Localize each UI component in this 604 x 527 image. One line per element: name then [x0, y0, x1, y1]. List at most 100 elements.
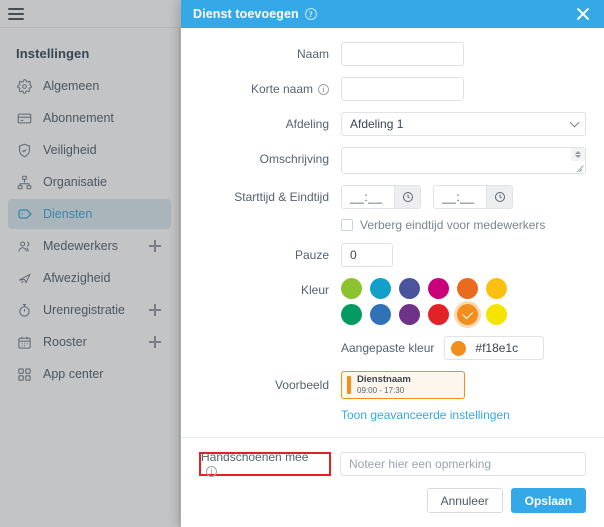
color-swatch[interactable] [486, 278, 507, 299]
clock-icon[interactable] [486, 186, 512, 208]
info-icon[interactable]: i [206, 466, 217, 478]
info-icon[interactable]: i [318, 83, 329, 95]
card-icon [16, 110, 33, 127]
color-swatch[interactable] [341, 304, 362, 325]
gear-icon [16, 78, 33, 95]
tag-icon [16, 206, 33, 223]
pauze-input[interactable] [341, 243, 393, 267]
sidebar-item-label: Rooster [43, 335, 87, 349]
naam-input[interactable] [341, 42, 464, 66]
preview-time: 09:00 - 17:30 [357, 385, 405, 395]
spinner-icon[interactable] [571, 148, 585, 161]
omschrijving-textarea[interactable] [341, 147, 586, 174]
sidebar-item-urenregistratie[interactable]: Urenregistratie [8, 295, 171, 325]
eindtijd-input[interactable] [434, 186, 486, 208]
sidebar-item-algemeen[interactable]: Algemeen [8, 71, 171, 101]
resize-grip-icon[interactable] [575, 163, 584, 172]
korte-naam-label-text: Korte naam [250, 82, 313, 96]
handschoenen-input[interactable] [340, 452, 586, 476]
color-swatch[interactable] [399, 278, 420, 299]
toon-geavanceerde-instellingen-link[interactable]: Toon geavanceerde instellingen [341, 408, 510, 422]
eindtijd-group [433, 185, 513, 209]
sidebar-item-app-center[interactable]: App center [8, 359, 171, 389]
preview-name: Dienstnaam [357, 373, 411, 385]
sidebar-item-medewerkers[interactable]: Medewerkers [8, 231, 171, 261]
color-swatch[interactable] [341, 278, 362, 299]
color-swatch[interactable] [486, 304, 507, 325]
settings-sidebar: Instellingen Algemeen Abonnement Veiligh… [0, 28, 180, 527]
handschoenen-label: Handschoenen mee i [201, 450, 322, 478]
close-icon[interactable] [572, 3, 594, 25]
kleur-label: Kleur [300, 283, 329, 297]
add-urenregistratie-icon[interactable] [149, 304, 161, 316]
calendar-icon [16, 334, 33, 351]
clock-icon[interactable] [394, 186, 420, 208]
modal-title: Dienst toevoegen [193, 7, 299, 21]
starttijd-group [341, 185, 421, 209]
afdeling-label: Afdeling [285, 117, 329, 131]
add-medewerker-icon[interactable] [149, 240, 161, 252]
field-row-aangepaste-kleur: Aangepaste kleur #f18e1c [199, 336, 586, 360]
color-swatch[interactable] [370, 278, 391, 299]
color-swatch-row-1 [341, 278, 586, 299]
color-preview-dot[interactable] [451, 340, 467, 356]
field-row-handschoenen-mee: Handschoenen mee i [199, 450, 586, 478]
field-row-korte-naam: Korte naam i [199, 77, 586, 101]
field-row-pauze: Pauze [199, 243, 586, 267]
sidebar-item-label: Afwezigheid [43, 271, 111, 285]
sidebar-item-label: Organisatie [43, 175, 107, 189]
verberg-eindtijd-label: Verberg eindtijd voor medewerkers [360, 218, 546, 232]
aangepaste-kleur-label: Aangepaste kleur [341, 341, 435, 355]
modal-footer: Annuleer Opslaan [181, 488, 604, 527]
pauze-label: Pauze [294, 248, 329, 262]
aangepaste-kleur-value: #f18e1c [475, 341, 519, 355]
afdeling-select[interactable]: Afdeling 1 [341, 112, 586, 136]
field-row-kleur: Kleur [199, 278, 586, 325]
naam-label: Naam [296, 47, 329, 61]
dienst-preview-card: Dienstnaam 09:00 - 17:30 [341, 371, 465, 399]
sidebar-item-label: Algemeen [43, 79, 100, 93]
sidebar-item-label: App center [43, 367, 104, 381]
color-swatch-row-2 [341, 304, 586, 325]
sidebar-title: Instellingen [16, 46, 90, 61]
top-bar [0, 0, 180, 28]
sidebar-item-veiligheid[interactable]: Veiligheid [8, 135, 171, 165]
save-button[interactable]: Opslaan [510, 488, 586, 513]
app-root: Instellingen Algemeen Abonnement Veiligh… [0, 0, 604, 527]
verberg-eindtijd-checkbox[interactable] [341, 219, 353, 231]
color-swatch[interactable] [457, 278, 478, 299]
korte-naam-input[interactable] [341, 77, 464, 101]
add-rooster-icon[interactable] [149, 336, 161, 348]
sidebar-item-label: Medewerkers [43, 239, 119, 253]
handschoenen-label-highlight: Handschoenen mee i [199, 450, 331, 478]
sidebar-item-abonnement[interactable]: Abonnement [8, 103, 171, 133]
field-row-tijd: Starttijd & Eindtijd [199, 185, 586, 209]
dienst-toevoegen-modal: Dienst toevoegen ? Naam Korte naam i Afd… [181, 0, 604, 527]
color-swatch[interactable] [428, 278, 449, 299]
field-row-voorbeeld: Voorbeeld Dienstnaam 09:00 - 17:30 [199, 371, 586, 399]
sidebar-item-label: Veiligheid [43, 143, 97, 157]
color-swatch[interactable] [428, 304, 449, 325]
sidebar-item-afwezigheid[interactable]: Afwezigheid [8, 263, 171, 293]
preview-color-bar [347, 376, 351, 394]
info-icon[interactable]: ? [304, 8, 317, 20]
aangepaste-kleur-input[interactable]: #f18e1c [444, 336, 545, 360]
grid-icon [16, 366, 33, 383]
voorbeeld-label: Voorbeeld [274, 378, 329, 392]
sidebar-item-organisatie[interactable]: Organisatie [8, 167, 171, 197]
field-row-omschrijving: Omschrijving [199, 147, 586, 174]
sidebar-item-diensten[interactable]: Diensten [8, 199, 171, 229]
sidebar-item-rooster[interactable]: Rooster [8, 327, 171, 357]
hamburger-icon[interactable] [8, 8, 24, 20]
org-chart-icon [16, 174, 33, 191]
field-row-afdeling: Afdeling Afdeling 1 [199, 112, 586, 136]
color-swatch[interactable] [457, 304, 478, 325]
cancel-button[interactable]: Annuleer [426, 488, 503, 513]
color-swatch[interactable] [370, 304, 391, 325]
users-icon [16, 238, 33, 255]
omschrijving-label: Omschrijving [259, 152, 329, 166]
starttijd-input[interactable] [342, 186, 394, 208]
shield-icon [16, 142, 33, 159]
field-row-naam: Naam [199, 42, 586, 66]
color-swatch[interactable] [399, 304, 420, 325]
